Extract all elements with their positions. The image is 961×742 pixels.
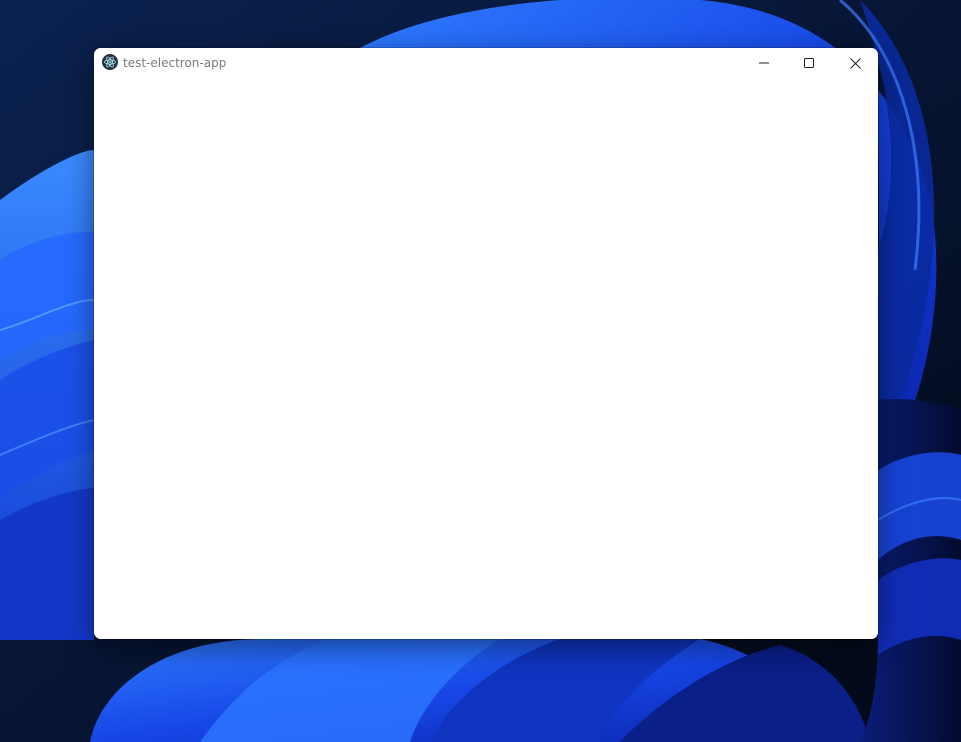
close-icon (849, 57, 861, 69)
desktop: test-electron-app (0, 0, 961, 742)
electron-icon (102, 54, 118, 70)
app-window: test-electron-app (94, 48, 878, 639)
minimize-icon (759, 62, 769, 64)
maximize-icon (804, 58, 814, 68)
minimize-button[interactable] (741, 48, 787, 78)
window-title: test-electron-app (123, 56, 227, 70)
maximize-button[interactable] (786, 48, 832, 78)
title-bar[interactable]: test-electron-app (94, 48, 878, 78)
close-button[interactable] (832, 48, 878, 78)
app-content-area[interactable] (94, 78, 878, 639)
